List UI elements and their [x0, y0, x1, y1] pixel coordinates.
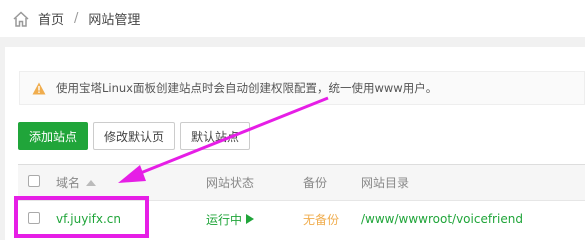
- warning-icon: [32, 82, 46, 94]
- table-header-row: 域名 网站状态 备份 网站目录: [18, 165, 585, 201]
- column-header-path: 网站目录: [361, 176, 410, 190]
- site-status-toggle[interactable]: 运行中: [206, 211, 303, 228]
- site-toolbar: 添加站点 修改默认页 默认站点: [18, 122, 255, 150]
- breadcrumb: 首页 / 网站管理: [0, 0, 585, 37]
- add-site-button[interactable]: 添加站点: [18, 122, 89, 150]
- site-path-link[interactable]: /www/wwwroot/voicefriend: [361, 212, 523, 226]
- home-icon[interactable]: [12, 10, 30, 28]
- column-header-domain-label: 域名: [56, 176, 81, 190]
- site-status-label: 运行中: [206, 212, 243, 227]
- sort-asc-icon[interactable]: [86, 180, 97, 186]
- breadcrumb-separator: /: [74, 11, 79, 26]
- permission-notice-text: 使用宝塔Linux面板创建站点时会自动创建权限配置，统一使用www用户。: [56, 81, 438, 95]
- site-domain-link[interactable]: vf.juyifx.cn: [56, 212, 121, 226]
- play-icon: [246, 213, 255, 224]
- breadcrumb-home-link[interactable]: 首页: [38, 9, 64, 28]
- column-header-status: 网站状态: [206, 176, 255, 190]
- table-row: vf.juyifx.cn 运行中 无备份 /www/wwwroot/voicef…: [18, 201, 585, 237]
- site-backup-link[interactable]: 无备份: [303, 213, 339, 227]
- default-site-button[interactable]: 默认站点: [180, 122, 251, 150]
- permission-notice: 使用宝塔Linux面板创建站点时会自动创建权限配置，统一使用www用户。: [19, 71, 585, 105]
- row-checkbox[interactable]: [28, 211, 40, 224]
- column-header-backup: 备份: [303, 176, 328, 190]
- column-header-domain[interactable]: 域名: [56, 174, 206, 191]
- edit-default-page-button[interactable]: 修改默认页: [93, 122, 176, 150]
- breadcrumb-current: 网站管理: [88, 13, 141, 28]
- site-management-panel: 使用宝塔Linux面板创建站点时会自动创建权限配置，统一使用www用户。 添加站…: [5, 47, 585, 240]
- site-table: 域名 网站状态 备份 网站目录 vf.juyifx.cn 运行中 无备份 /ww…: [18, 164, 585, 237]
- select-all-checkbox[interactable]: [28, 175, 40, 187]
